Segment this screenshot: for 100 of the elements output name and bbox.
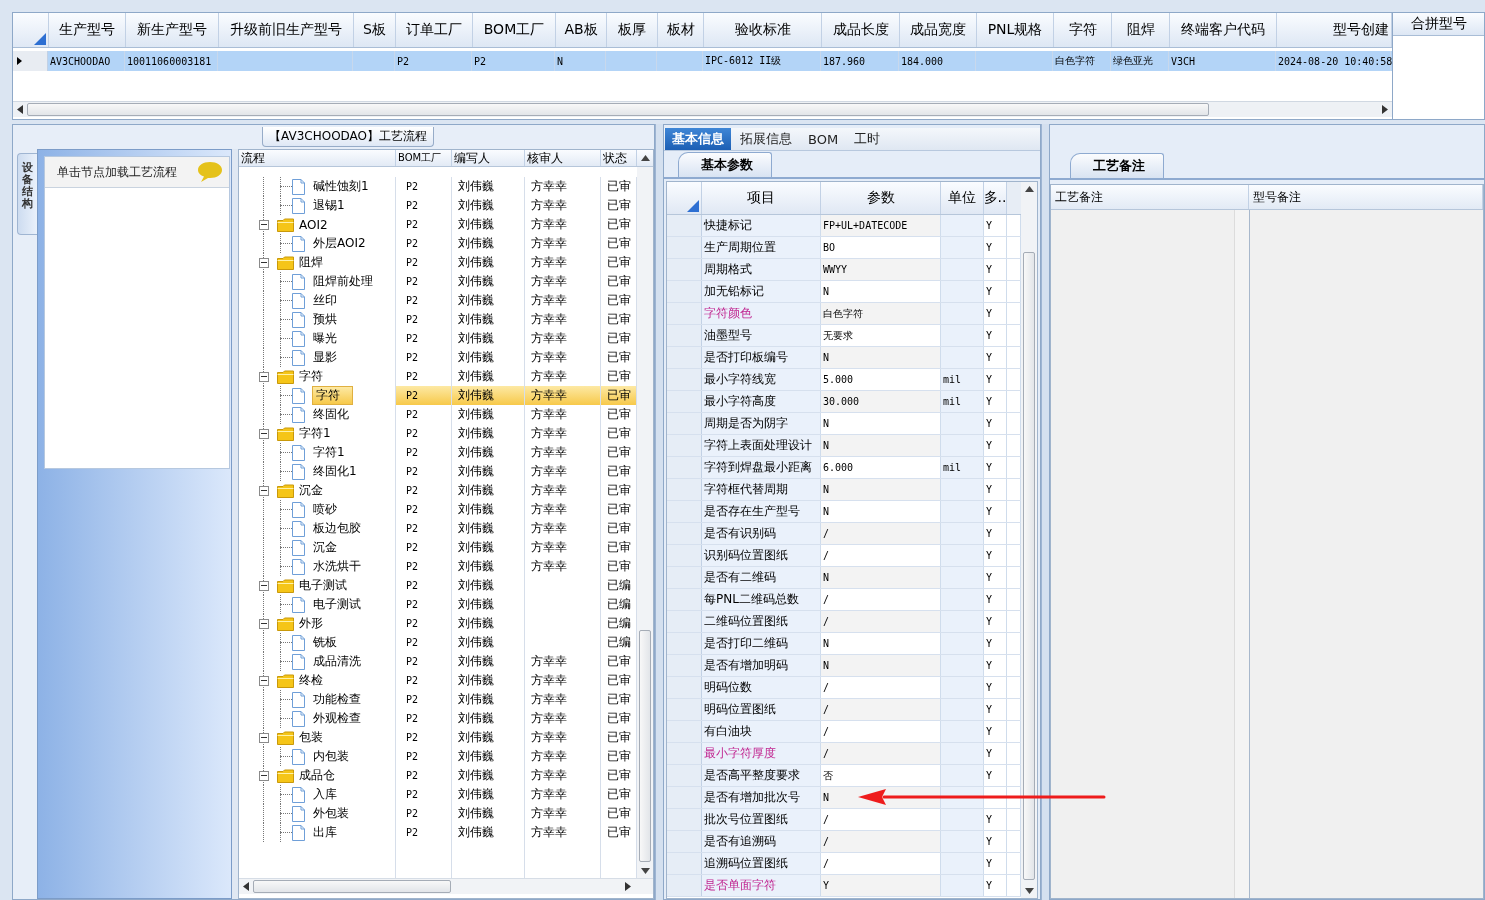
tree-row[interactable]: 字符 P2 刘伟巍 方幸幸 已审 [239,386,637,405]
tree-row[interactable]: 水洗烘干 P2 刘伟巍 方幸幸 已审 [239,557,637,576]
scroll-thumb[interactable] [1023,252,1035,880]
side-tab[interactable]: 设备结构 [17,153,37,236]
row-header[interactable] [667,765,702,786]
column-header[interactable]: 状态 [601,150,637,166]
column-header[interactable]: 板厚 [607,13,658,47]
row-header[interactable] [667,457,702,478]
collapse-icon[interactable] [259,257,269,268]
row-header[interactable] [667,325,702,346]
column-header[interactable]: 成品长度 [822,13,900,47]
row-header[interactable] [667,215,702,236]
column-header[interactable]: 项目 [702,182,821,214]
splitter-bar[interactable] [232,149,238,899]
splitter-bar[interactable] [1041,124,1049,900]
row-header[interactable] [667,369,702,390]
column-header[interactable]: 终端客户代码 [1170,13,1277,47]
scroll-right-icon[interactable] [1382,105,1388,114]
tree-row[interactable]: 电子测试 P2 刘伟巍 已编 [239,576,637,595]
vertical-scrollbar[interactable] [637,167,653,878]
column-header[interactable]: 工艺备注 [1051,185,1249,209]
collapse-icon[interactable] [259,732,269,743]
tree-row[interactable]: 字符1 P2 刘伟巍 方幸幸 已审 [239,424,637,443]
tree-row[interactable]: 阻焊前处理 P2 刘伟巍 方幸幸 已审 [239,272,637,291]
row-header[interactable] [667,237,702,258]
row-header[interactable] [667,479,702,500]
tree-row[interactable]: 丝印 P2 刘伟巍 方幸幸 已审 [239,291,637,310]
row-header[interactable] [667,787,702,808]
tree-row[interactable]: AOI2 P2 刘伟巍 方幸幸 已审 [239,215,637,234]
collapse-icon[interactable] [259,580,269,591]
horizontal-scrollbar[interactable] [13,101,1392,117]
tree-row[interactable]: 终检 P2 刘伟巍 方幸幸 已审 [239,671,637,690]
row-header[interactable] [667,501,702,522]
row-header[interactable] [667,721,702,742]
row-header[interactable] [667,655,702,676]
collapse-icon[interactable] [259,770,269,781]
row-header[interactable] [667,743,702,764]
scroll-left-icon[interactable] [243,882,249,891]
tree-row[interactable]: 终固化 P2 刘伟巍 方幸幸 已审 [239,405,637,424]
tab[interactable]: BOM [801,128,846,150]
tree-row[interactable]: 终固化1 P2 刘伟巍 方幸幸 已审 [239,462,637,481]
row-header[interactable] [667,523,702,544]
row-header[interactable] [667,589,702,610]
scroll-up-icon[interactable] [640,155,650,161]
tree-row[interactable]: 成品清洗 P2 刘伟巍 方幸幸 已审 [239,652,637,671]
column-header[interactable]: 单位 [941,182,984,214]
tree-row[interactable]: 板边包胶 P2 刘伟巍 方幸幸 已审 [239,519,637,538]
tree-row[interactable]: 字符1 P2 刘伟巍 方幸幸 已审 [239,443,637,462]
tree-row[interactable]: 曝光 P2 刘伟巍 方幸幸 已审 [239,329,637,348]
tab[interactable]: 基本参数 [678,152,772,177]
row-header[interactable] [667,831,702,852]
tree-row[interactable]: 外包装 P2 刘伟巍 方幸幸 已审 [239,804,637,823]
row-header[interactable] [667,875,702,896]
row-header[interactable] [667,347,702,368]
column-header[interactable]: 验收标准 [704,13,822,47]
row-header[interactable] [667,391,702,412]
column-header[interactable]: 字符 [1054,13,1112,47]
column-header[interactable]: BOM工厂 [473,13,556,47]
collapse-icon[interactable] [259,485,269,496]
collapse-icon[interactable] [259,428,269,439]
scroll-right-icon[interactable] [625,882,631,891]
vertical-scrollbar[interactable] [1021,182,1037,898]
row-header[interactable] [667,259,702,280]
vertical-scrollbar[interactable] [1234,210,1250,898]
column-header[interactable]: PNL规格 [977,13,1054,47]
column-header[interactable]: 编写人 [452,150,525,166]
tree-row[interactable]: 内包装 P2 刘伟巍 方幸幸 已审 [239,747,637,766]
column-header[interactable]: 型号创建 [1277,13,1392,47]
tree-row[interactable]: 显影 P2 刘伟巍 方幸幸 已审 [239,348,637,367]
tree-row[interactable]: 沉金 P2 刘伟巍 方幸幸 已审 [239,538,637,557]
column-header[interactable]: 升级前旧生产型号 [219,13,354,47]
row-header[interactable] [667,567,702,588]
tree-row[interactable]: 阻焊 P2 刘伟巍 方幸幸 已审 [239,253,637,272]
tree-row[interactable]: 入库 P2 刘伟巍 方幸幸 已审 [239,785,637,804]
tree-row[interactable]: 出库 P2 刘伟巍 方幸幸 已审 [239,823,637,842]
row-header[interactable] [667,853,702,874]
collapse-icon[interactable] [259,675,269,686]
collapse-icon[interactable] [259,219,269,230]
scroll-thumb[interactable] [639,630,651,862]
tree-row[interactable]: 外形 P2 刘伟巍 已编 [239,614,637,633]
tree-row[interactable]: 碱性蚀刻1 P2 刘伟巍 方幸幸 已审 [239,177,637,196]
column-header[interactable]: 新生产型号 [126,13,219,47]
column-header[interactable]: 合拼型号 [1393,13,1484,36]
scroll-up-icon[interactable] [1024,186,1034,192]
tab[interactable]: 工时 [847,128,888,150]
row-header[interactable] [667,281,702,302]
row-header[interactable] [667,435,702,456]
column-header[interactable]: S板 [354,13,396,47]
tab[interactable]: 工艺备注 [1070,153,1164,178]
table-row[interactable]: AV3CHOODAO 10011060003181 P2 P2 N IPC-6012 II级 187.960 184.000 白色字符 绿色亚光 V3CH 2024-08-20 10:40:58 [13,51,1392,71]
tree-row[interactable]: 预烘 P2 刘伟巍 方幸幸 已审 [239,310,637,329]
collapse-icon[interactable] [259,371,269,382]
tree-row[interactable]: 外层AOI2 P2 刘伟巍 方幸幸 已审 [239,234,637,253]
row-header[interactable] [667,303,702,324]
row-header[interactable] [667,677,702,698]
tree-row[interactable]: 功能检查 P2 刘伟巍 方幸幸 已审 [239,690,637,709]
column-header[interactable]: BOM工厂 [396,150,452,166]
tab[interactable]: 拓展信息 [733,128,799,150]
tree-row[interactable]: 退锡1 P2 刘伟巍 方幸幸 已审 [239,196,637,215]
scroll-down-icon[interactable] [1024,888,1034,894]
